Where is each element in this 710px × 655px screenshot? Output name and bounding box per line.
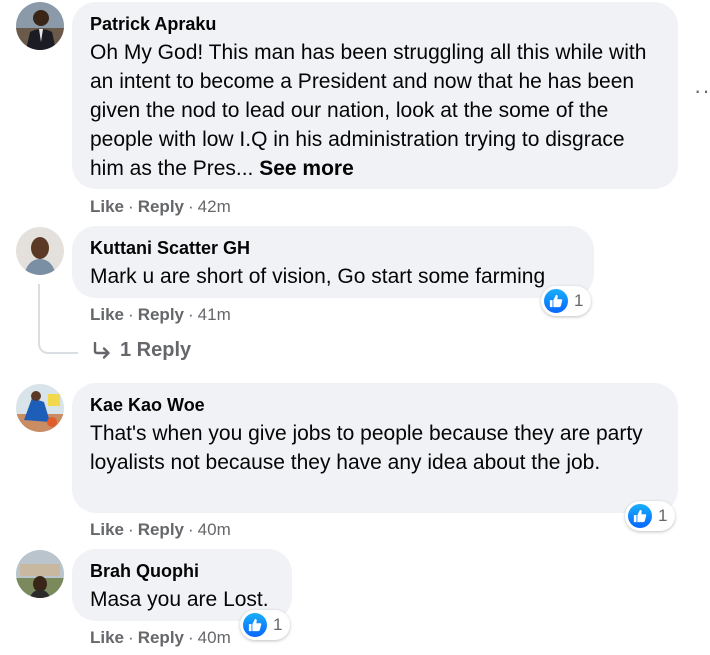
comment-bubble: Kuttani Scatter GH Mark u are short of v… xyxy=(72,226,594,298)
comment-bubble: Patrick Apraku Oh My God! This man has b… xyxy=(72,2,678,189)
thumbs-up-icon xyxy=(544,289,568,313)
separator: · xyxy=(128,520,134,539)
reply-arrow-icon xyxy=(92,341,112,360)
comment-actions: Like · Reply · 42m xyxy=(90,196,231,218)
timestamp[interactable]: 42m xyxy=(198,197,231,216)
separator: · xyxy=(128,197,134,216)
avatar[interactable] xyxy=(16,2,64,50)
separator: · xyxy=(188,305,194,324)
comment-text: That's when you give jobs to people beca… xyxy=(90,422,643,474)
comment-actions: Like · Reply · 40m xyxy=(90,627,231,649)
like-button[interactable]: Like xyxy=(90,520,124,539)
thumbs-up-icon xyxy=(628,504,652,528)
separator: · xyxy=(188,520,194,539)
reaction-count: 1 xyxy=(658,506,668,525)
reaction-summary[interactable]: 1 xyxy=(625,501,676,531)
reaction-summary[interactable]: 1 xyxy=(240,610,291,640)
thread-connector xyxy=(38,284,78,354)
timestamp[interactable]: 40m xyxy=(198,628,231,647)
view-replies-link[interactable]: 1 Reply xyxy=(92,339,191,362)
avatar[interactable] xyxy=(16,227,64,275)
comment-text-body: Oh My God! This man has been struggling … xyxy=(90,41,647,180)
reply-button[interactable]: Reply xyxy=(138,305,184,324)
replies-count-label: 1 Reply xyxy=(120,339,192,361)
comment-author[interactable]: Kae Kao Woe xyxy=(90,393,662,417)
see-more-link[interactable]: See more xyxy=(259,157,354,180)
reply-button[interactable]: Reply xyxy=(138,197,184,216)
reply-button[interactable]: Reply xyxy=(138,520,184,539)
comment-text: Masa you are Lost. xyxy=(90,588,269,611)
like-button[interactable]: Like xyxy=(90,305,124,324)
separator: · xyxy=(128,305,134,324)
separator: · xyxy=(188,628,194,647)
avatar[interactable] xyxy=(16,384,64,432)
separator: · xyxy=(128,628,134,647)
timestamp[interactable]: 41m xyxy=(198,305,231,324)
thumbs-up-icon xyxy=(243,613,267,637)
comment-author[interactable]: Kuttani Scatter GH xyxy=(90,236,578,260)
comment-text: Mark u are short of vision, Go start som… xyxy=(90,265,546,288)
comment-actions: Like · Reply · 41m xyxy=(90,304,231,326)
like-button[interactable]: Like xyxy=(90,628,124,647)
comment-text: Oh My God! This man has been struggling … xyxy=(90,38,662,183)
reaction-count: 1 xyxy=(273,615,283,634)
comment-actions: Like · Reply · 40m xyxy=(90,519,231,541)
comment-bubble: Kae Kao Woe That's when you give jobs to… xyxy=(72,383,678,513)
avatar[interactable] xyxy=(16,550,64,598)
reaction-count: 1 xyxy=(574,291,584,310)
reply-button[interactable]: Reply xyxy=(138,628,184,647)
separator: · xyxy=(188,197,194,216)
comment-author[interactable]: Patrick Apraku xyxy=(90,12,662,36)
comment-author[interactable]: Brah Quophi xyxy=(90,559,276,583)
reaction-summary[interactable]: 1 xyxy=(541,286,592,316)
timestamp[interactable]: 40m xyxy=(198,520,231,539)
like-button[interactable]: Like xyxy=(90,197,124,216)
more-options-icon[interactable]: ··· xyxy=(694,78,710,104)
